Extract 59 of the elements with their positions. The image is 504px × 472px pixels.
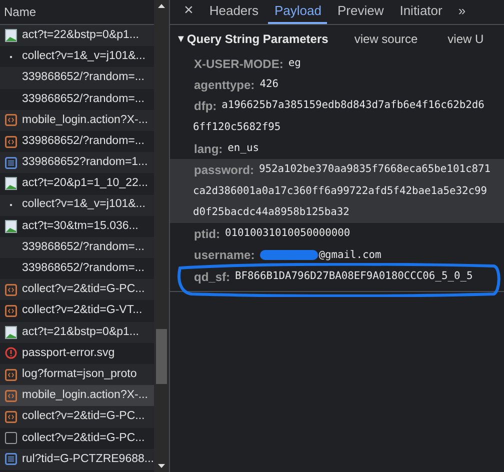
document-icon [5, 453, 17, 466]
param-key: username: [194, 246, 255, 264]
request-row[interactable]: collect?v=2&tid=G-PC... [0, 279, 154, 300]
request-row[interactable]: act?t=22&bstp=0&p1... [0, 25, 154, 46]
image-file-icon [5, 29, 17, 42]
error-icon [5, 347, 17, 360]
code-file-icon [5, 390, 17, 402]
tab[interactable]: Payload [268, 0, 328, 24]
more-tabs-button[interactable]: » [452, 0, 472, 24]
scrollbar[interactable] [154, 0, 169, 472]
request-row[interactable]: collect?v=1&_v=j101&... [0, 194, 154, 216]
param-key: X-USER-MODE: [194, 54, 284, 73]
param-value: 01010031010050000000 [225, 226, 350, 242]
request-row[interactable]: rul?tid=G-PCTZRE9688... [0, 448, 154, 470]
param-value: eg [288, 56, 301, 71]
request-row[interactable]: 339868652?random=1... [0, 152, 154, 174]
view-link[interactable]: view source [354, 30, 418, 48]
code-file-icon [5, 368, 17, 381]
param-value: @gmail.com [318, 248, 382, 263]
param-key: lang: [194, 140, 223, 158]
param-value: ca2d386001a0a17c360ff6a99722afd5f42bae1a5e32c99 [193, 184, 488, 199]
scroll-up-arrow-icon[interactable] [158, 4, 166, 8]
param-value: BF866B1DA796D27BA08EF9A0180CCC06_5_0_5 [235, 268, 473, 284]
view-link[interactable]: view U [448, 30, 484, 48]
param-key: password: [194, 161, 254, 180]
request-row[interactable]: mobile_login.action?X-... [0, 385, 154, 406]
param-value: en_us [228, 141, 259, 156]
request-row[interactable]: 339868652/?random=... [0, 67, 154, 89]
code-file-icon [5, 284, 17, 296]
request-row[interactable]: mobile_login.action?X-... [0, 110, 154, 131]
code-file-icon [5, 410, 17, 423]
scroll-down-arrow-icon[interactable] [158, 464, 166, 468]
document-icon [5, 156, 17, 169]
param-value: 426 [260, 77, 278, 92]
image-file-icon [5, 326, 17, 339]
section-header[interactable]: ▼Query String Parameters [176, 30, 328, 48]
request-row[interactable]: collect?v=2&tid=G-PC... [0, 406, 154, 428]
request-row[interactable]: act?t=21&bstp=0&p1... [0, 322, 154, 343]
code-file-icon [5, 305, 17, 318]
param-value: d0f25bacdc44a8958b125ba32 [193, 204, 350, 220]
request-row[interactable]: log?format=json_proto [0, 364, 154, 386]
code-file-icon [5, 114, 17, 126]
param-value: 6ff120c5682f95 [193, 120, 281, 135]
param-key: dfp: [194, 97, 217, 116]
image-file-icon [5, 177, 17, 190]
param-value: 952a102be370aa9835f7668eca65be101c871 [259, 162, 490, 178]
image-file-icon [5, 220, 17, 233]
tab[interactable]: Preview [331, 0, 390, 24]
request-row[interactable]: 339868652/?random=... [0, 236, 154, 258]
tab[interactable]: Initiator [394, 0, 448, 24]
code-file-icon [5, 136, 17, 148]
close-button[interactable]: × [178, 0, 200, 24]
param-key: agenttype: [194, 76, 255, 94]
param-key: qd_sf: [194, 268, 230, 286]
param-value: a196625b7a385159edb8d843d7afb6e4f16c62b2d6 [222, 98, 484, 114]
tab[interactable]: Headers [203, 0, 264, 24]
file-icon [5, 432, 17, 444]
param-key: ptid: [194, 225, 220, 244]
scrollbar-thumb[interactable] [156, 329, 167, 384]
